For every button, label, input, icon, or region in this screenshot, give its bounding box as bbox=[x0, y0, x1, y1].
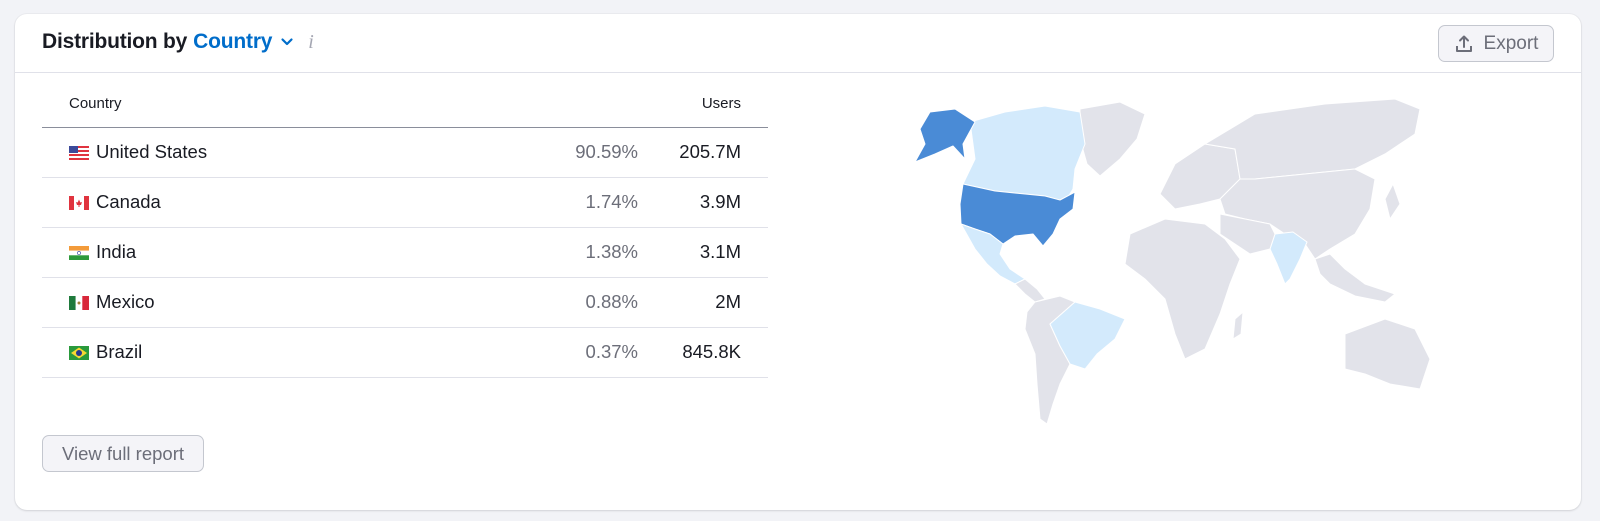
flag-us-icon bbox=[69, 146, 89, 160]
column-header-country[interactable]: Country bbox=[69, 95, 122, 112]
users-value: 2M bbox=[715, 291, 741, 312]
world-map-svg bbox=[914, 98, 1431, 425]
country-name[interactable]: India bbox=[96, 241, 136, 263]
flag-br-icon bbox=[69, 346, 89, 360]
map-region-central-america bbox=[1014, 278, 1046, 303]
info-icon[interactable]: i bbox=[308, 31, 314, 54]
column-header-users[interactable]: Users bbox=[702, 95, 741, 112]
country-name[interactable]: Brazil bbox=[96, 341, 142, 363]
table-row[interactable]: Brazil 0.37% 845.8K bbox=[42, 328, 768, 378]
users-value: 3.1M bbox=[699, 241, 741, 262]
distribution-card: Distribution by Country i Export Country… bbox=[15, 14, 1581, 510]
country-name[interactable]: Mexico bbox=[96, 291, 155, 313]
world-map bbox=[875, 84, 1475, 434]
map-region-australia bbox=[1344, 318, 1431, 390]
upload-icon bbox=[1455, 35, 1472, 52]
map-region-africa bbox=[1124, 218, 1241, 360]
card-header: Distribution by Country i Export bbox=[15, 14, 1581, 73]
table-row[interactable]: Mexico 0.88% 2M bbox=[42, 278, 768, 328]
map-region-japan bbox=[1384, 183, 1401, 220]
country-name[interactable]: United States bbox=[96, 141, 207, 163]
country-name[interactable]: Canada bbox=[96, 191, 161, 213]
dimension-label: Country bbox=[193, 30, 273, 53]
export-button[interactable]: Export bbox=[1438, 25, 1554, 62]
share-value: 0.37% bbox=[585, 341, 638, 362]
dimension-selector[interactable]: Country bbox=[193, 30, 294, 54]
flag-in-icon bbox=[69, 246, 89, 260]
map-region-india[interactable] bbox=[1269, 231, 1308, 285]
table-row[interactable]: United States 90.59% 205.7M bbox=[42, 128, 768, 178]
widget-title: Distribution by Country i bbox=[42, 30, 314, 54]
chevron-down-icon bbox=[281, 38, 293, 46]
view-full-report-button[interactable]: View full report bbox=[42, 435, 204, 472]
share-value: 1.38% bbox=[585, 241, 638, 262]
map-region-alaska[interactable] bbox=[914, 108, 976, 163]
share-value: 0.88% bbox=[585, 291, 638, 312]
flag-mx-icon bbox=[69, 296, 89, 310]
table-header: Country Users bbox=[42, 90, 768, 128]
table-row[interactable]: Canada 1.74% 3.9M bbox=[42, 178, 768, 228]
users-value: 205.7M bbox=[679, 141, 741, 162]
map-region-greenland bbox=[1079, 101, 1146, 177]
flag-ca-icon bbox=[69, 196, 89, 210]
country-table: Country Users United States 90.59% 205.7… bbox=[42, 90, 768, 378]
map-region-sea bbox=[1314, 253, 1396, 303]
users-value: 845.8K bbox=[682, 341, 741, 362]
map-region-madagascar bbox=[1232, 311, 1244, 340]
share-value: 90.59% bbox=[575, 141, 638, 162]
users-value: 3.9M bbox=[699, 191, 741, 212]
title-prefix: Distribution by bbox=[42, 30, 188, 53]
export-label: Export bbox=[1483, 32, 1539, 54]
table-row[interactable]: India 1.38% 3.1M bbox=[42, 228, 768, 278]
share-value: 1.74% bbox=[585, 191, 638, 212]
